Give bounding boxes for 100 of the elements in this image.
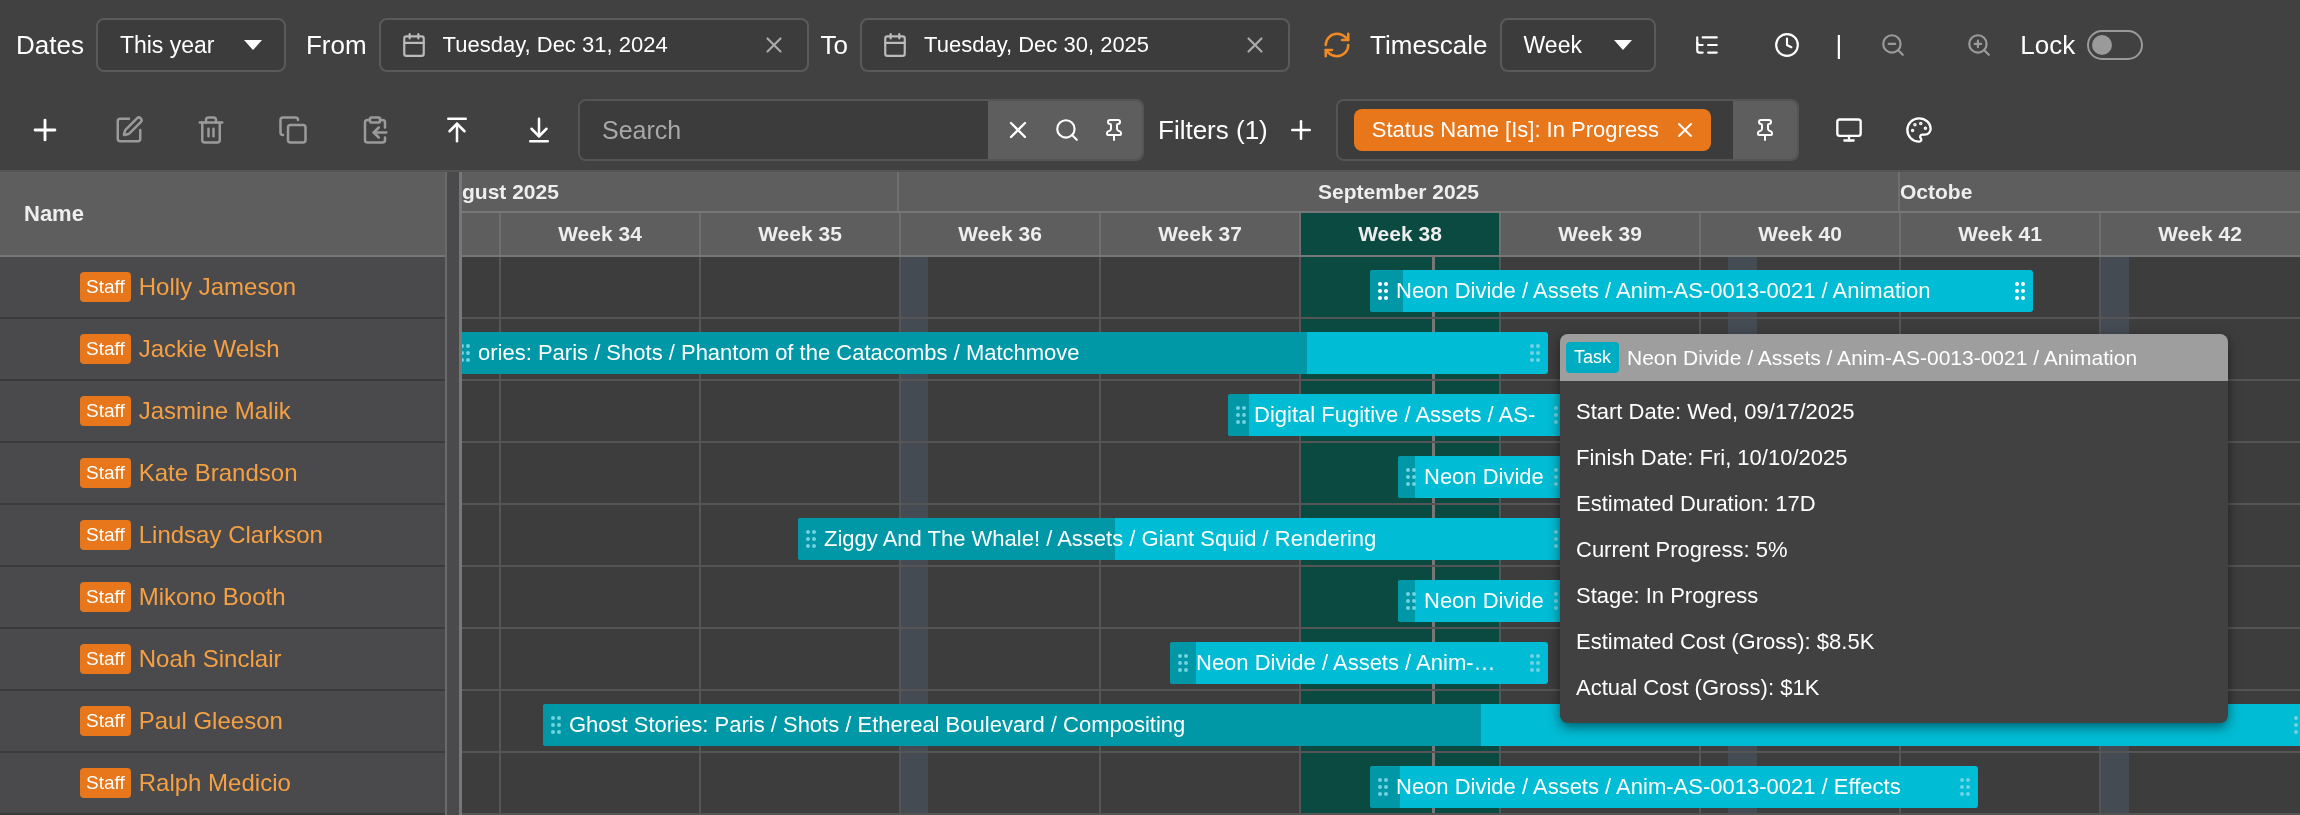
dates-label: Dates <box>16 29 84 61</box>
grip-icon[interactable] <box>1236 406 1246 424</box>
to-label: To <box>820 29 849 61</box>
staff-tag: Staff <box>80 272 131 302</box>
tooltip-detail: Actual Cost (Gross): $1K <box>1576 675 1821 701</box>
grip-icon[interactable] <box>1378 282 1388 300</box>
trash-icon <box>196 115 226 145</box>
person-name: Noah Sinclair <box>138 645 282 673</box>
month-label: gust 2025 <box>462 179 559 204</box>
resource-row[interactable]: Staff Kate Brandson <box>0 443 445 505</box>
month-label: September 2025 <box>1317 179 1480 204</box>
week-header: Week 39 <box>1499 213 1699 255</box>
person-name: Paul Gleeson <box>138 707 283 735</box>
pencil-icon <box>114 115 144 145</box>
lock-toggle[interactable] <box>2087 30 2144 60</box>
task-label: Neon Divide / Assets / Anim-AS-0013-0021 / Animation <box>1396 278 1931 304</box>
search-icon <box>1054 117 1080 143</box>
staff-tag: Staff <box>80 458 131 488</box>
task-bar[interactable]: Neon Divide / Assets / Anim-AS-0013-0021 / Effects <box>1370 766 1978 808</box>
grip-icon[interactable] <box>1378 778 1388 796</box>
tooltip-detail: Stage: In Progress <box>1576 583 1760 609</box>
grip-icon[interactable] <box>2015 282 2025 300</box>
tooltip-detail: Estimated Cost (Gross): $8.5K <box>1576 629 1876 655</box>
clock-icon <box>1773 32 1800 58</box>
zoom-out-icon <box>1880 32 1907 58</box>
resource-row[interactable]: Staff Lindsay Clarkson <box>0 505 445 567</box>
refresh-icon <box>1322 30 1353 60</box>
resource-row[interactable]: Staff Noah Sinclair <box>0 629 445 691</box>
grip-icon[interactable] <box>1406 592 1416 610</box>
person-name: Lindsay Clarkson <box>138 521 323 549</box>
timescale-label: Timescale <box>1370 29 1488 61</box>
person-name: Jackie Welsh <box>138 335 280 363</box>
from-date-field[interactable]: Tuesday, Dec 31, 2024 <box>378 18 809 72</box>
resource-row[interactable]: Staff Holly Jameson <box>0 257 445 319</box>
resource-row[interactable]: Staff Mikono Booth <box>0 567 445 629</box>
from-label: From <box>305 29 367 61</box>
task-label: Neon Divide <box>1424 464 1544 490</box>
zoom-in-icon <box>1966 32 1993 58</box>
grip-icon[interactable] <box>806 530 816 548</box>
dates-range-select[interactable]: This year <box>95 18 286 72</box>
staff-tag: Staff <box>80 520 131 550</box>
grip-icon[interactable] <box>462 344 470 362</box>
panel-splitter[interactable] <box>445 172 462 815</box>
person-name: Kate Brandson <box>138 459 298 487</box>
task-bar[interactable]: ories: Paris / Shots / Phantom of the Catacombs / Matchmove <box>462 332 1548 374</box>
resource-row[interactable]: Staff Jasmine Malik <box>0 381 445 443</box>
resource-row[interactable]: Staff Ralph Medicio <box>0 753 445 815</box>
week-header: Week 40 <box>1699 213 1899 255</box>
staff-tag: Staff <box>80 768 131 798</box>
task-bar[interactable]: Neon Divide / Assets / Anim-… <box>1170 642 1548 684</box>
task-label: Neon Divide <box>1424 588 1544 614</box>
grip-icon[interactable] <box>1530 344 1540 362</box>
tooltip-title: Neon Divide / Assets / Anim-AS-0013-0021 / Animation <box>1627 345 2138 370</box>
month-label: Octobe <box>1900 179 1973 204</box>
timescale-select[interactable]: Week <box>1499 18 1656 72</box>
lock-label: Lock <box>2020 29 2076 61</box>
task-label: Ghost Stories: Paris / Shots / Ethereal Boulevard / Compositing <box>569 712 1186 738</box>
task-label: Digital Fugitive / Assets / AS- <box>1254 402 1536 428</box>
grip-icon[interactable] <box>1178 654 1188 672</box>
task-label: Ziggy And The Whale! / Assets / Giant Squid / Rendering <box>824 526 1377 552</box>
calendar-icon <box>400 32 427 58</box>
tooltip-detail: Estimated Duration: 17D <box>1576 491 1817 517</box>
calendar-icon <box>882 32 909 58</box>
grip-icon[interactable] <box>1406 468 1416 486</box>
separator: | <box>1835 29 1843 61</box>
person-name: Holly Jameson <box>138 273 297 301</box>
tooltip-detail: Current Progress: 5% <box>1576 537 1789 563</box>
staff-tag: Staff <box>80 334 131 364</box>
name-column-header[interactable]: Name <box>0 172 445 257</box>
monitor-icon <box>1835 116 1864 144</box>
resource-row[interactable]: Staff Paul Gleeson <box>0 691 445 753</box>
tooltip-detail: Finish Date: Fri, 10/10/2025 <box>1576 445 1849 471</box>
week-header: Week 41 <box>1899 213 2099 255</box>
grip-icon[interactable] <box>1960 778 1970 796</box>
task-label: ories: Paris / Shots / Phantom of the Catacombs / Matchmove <box>478 340 1080 366</box>
staff-tag: Staff <box>80 396 131 426</box>
filters-label: Filters (1) <box>1158 114 1268 146</box>
week-header: Week 36 <box>899 213 1099 255</box>
task-bar[interactable]: Neon Divide / Assets / Anim-AS-0013-0021 / Animation <box>1370 270 2033 312</box>
to-date-field[interactable]: Tuesday, Dec 30, 2025 <box>860 18 1291 72</box>
tooltip-detail: Start Date: Wed, 09/17/2025 <box>1576 399 1856 425</box>
grip-icon[interactable] <box>551 716 561 734</box>
week-header: Week 34 <box>499 213 699 255</box>
grip-icon[interactable] <box>1530 654 1540 672</box>
staff-tag: Staff <box>80 644 131 674</box>
copy-icon <box>278 115 308 145</box>
palette-icon <box>1905 116 1934 144</box>
week-header: Week 38 <box>1299 213 1499 255</box>
person-name: Ralph Medicio <box>138 769 291 797</box>
search-field[interactable]: Search <box>578 99 1144 161</box>
resource-row[interactable]: Staff Jackie Welsh <box>0 319 445 381</box>
caret-icon <box>243 40 262 50</box>
task-label: Neon Divide / Assets / Anim-… <box>1196 650 1496 676</box>
filter-chip[interactable]: Status Name [Is]: In Progress <box>1353 109 1712 151</box>
staff-tag: Staff <box>80 582 131 612</box>
person-name: Mikono Booth <box>138 583 286 611</box>
task-label: Neon Divide / Assets / Anim-AS-0013-0021 / Effects <box>1396 774 1901 800</box>
week-header: Week 42 <box>2099 213 2299 255</box>
person-name: Jasmine Malik <box>138 397 291 425</box>
week-header: Week 35 <box>699 213 899 255</box>
